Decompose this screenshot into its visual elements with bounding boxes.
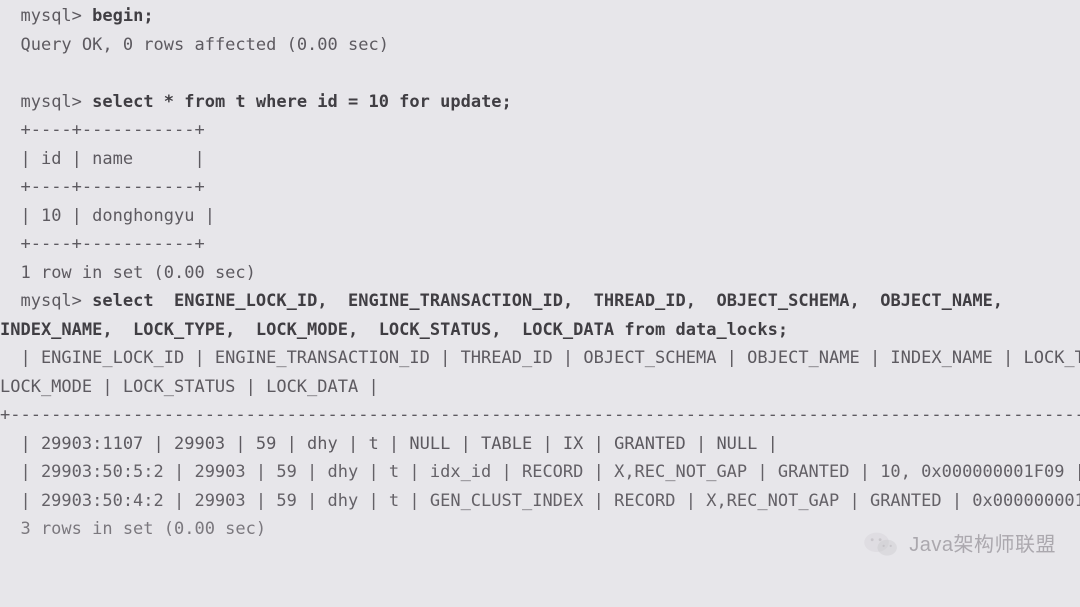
cmd-begin: begin; [92, 6, 153, 26]
table-header: | id | name | [20, 149, 204, 169]
locks-row: | 29903:50:4:2 | 29903 | 59 | dhy | t | … [0, 491, 1080, 511]
table-border: +----+-----------+ [20, 120, 204, 140]
cmd-datalocks-line2: INDEX_NAME, LOCK_TYPE, LOCK_MODE, LOCK_S… [0, 320, 788, 340]
terminal-output[interactable]: mysql> begin; Query OK, 0 rows affected … [0, 0, 1080, 544]
bottom-fade [0, 587, 1080, 607]
response-begin: Query OK, 0 rows affected (0.00 sec) [20, 35, 388, 55]
cmd-select-t: select * from t where id = 10 for update… [92, 92, 512, 112]
trailing-line: 3 rows in set (0.00 sec) [0, 519, 266, 539]
rows-in-set: 1 row in set (0.00 sec) [20, 263, 255, 283]
table-border: +----+-----------+ [20, 234, 204, 254]
mysql-prompt: mysql> [20, 92, 92, 112]
table-border: +----+-----------+ [20, 177, 204, 197]
locks-header-line2: LOCK_MODE | LOCK_STATUS | LOCK_DATA | [0, 377, 379, 397]
mysql-prompt: mysql> [20, 6, 92, 26]
locks-row: | 29903:50:5:2 | 29903 | 59 | dhy | t | … [0, 462, 1080, 482]
table-row: | 10 | donghongyu | [20, 206, 214, 226]
mysql-prompt: mysql> [20, 291, 92, 311]
cmd-datalocks-line1: select ENGINE_LOCK_ID, ENGINE_TRANSACTIO… [92, 291, 1003, 311]
locks-divider: +---------------------------------------… [0, 405, 1080, 425]
locks-row: | 29903:1107 | 29903 | 59 | dhy | t | NU… [0, 434, 778, 454]
locks-header-line1: | ENGINE_LOCK_ID | ENGINE_TRANSACTION_ID… [0, 348, 1080, 368]
